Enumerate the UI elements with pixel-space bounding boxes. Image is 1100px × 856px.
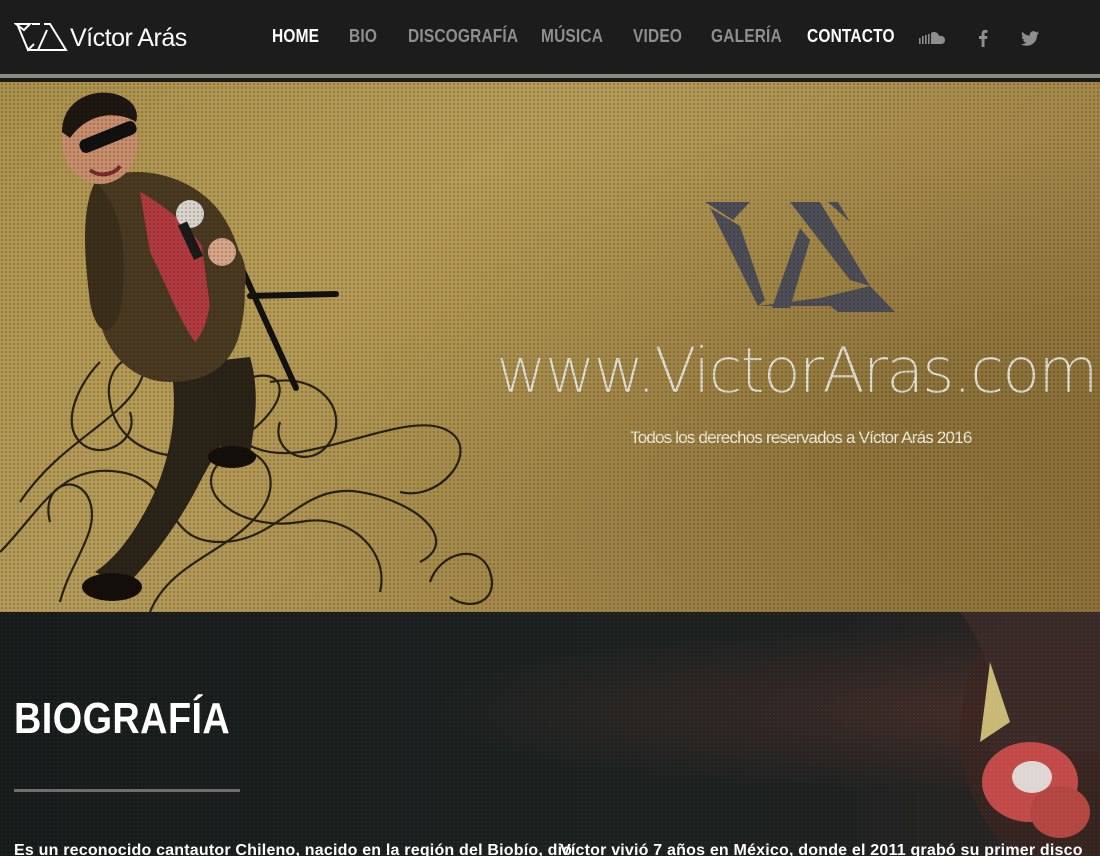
singer-photo [0, 92, 493, 612]
hero-copyright-text: Todos los derechos reservados a Víctor A… [630, 428, 972, 447]
nav-item-contacto[interactable]: CONTACTO [807, 26, 895, 47]
hero-website-text: www.VictorAras.com [496, 334, 1099, 407]
nav-item-bio[interactable]: BIO [349, 26, 377, 47]
brand-logo[interactable]: Víctor Arás [14, 18, 187, 58]
va-logo-watermark-icon [705, 202, 895, 312]
brand-name: Víctor Arás [70, 23, 187, 52]
biography-heading: BIOGRAFÍA [14, 694, 231, 743]
bio-paragraph-left: Es un reconocido cantautor Chileno, naci… [14, 842, 573, 856]
hero-banner: www.VictorAras.com Todos los derechos re… [0, 82, 1100, 612]
nav-item-musica[interactable]: MÚSICA [541, 26, 603, 47]
nav-item-galeria[interactable]: GALERÍA [711, 26, 782, 47]
bio-paragraph-right: Víctor vivió 7 años en México, donde el … [560, 842, 1083, 856]
va-logo-icon [14, 23, 68, 52]
top-navigation: Víctor Arás HOME BIO DISCOGRAFÍA MÚSICA … [0, 0, 1100, 78]
heading-divider [14, 789, 240, 792]
nav-item-discografia[interactable]: DISCOGRAFÍA [408, 26, 518, 47]
twitter-icon [1021, 30, 1039, 46]
nav-item-home[interactable]: HOME [272, 26, 319, 47]
facebook-icon [979, 29, 988, 47]
soundcloud-link[interactable] [918, 26, 946, 50]
bio-background-photo [960, 612, 1100, 856]
soundcloud-icon [919, 32, 945, 44]
facebook-link[interactable] [974, 26, 992, 50]
nav-item-video[interactable]: VIDEO [633, 26, 682, 47]
biography-section: BIOGRAFÍA Es un reconocido cantautor Chi… [0, 612, 1100, 856]
twitter-link[interactable] [1019, 26, 1041, 50]
